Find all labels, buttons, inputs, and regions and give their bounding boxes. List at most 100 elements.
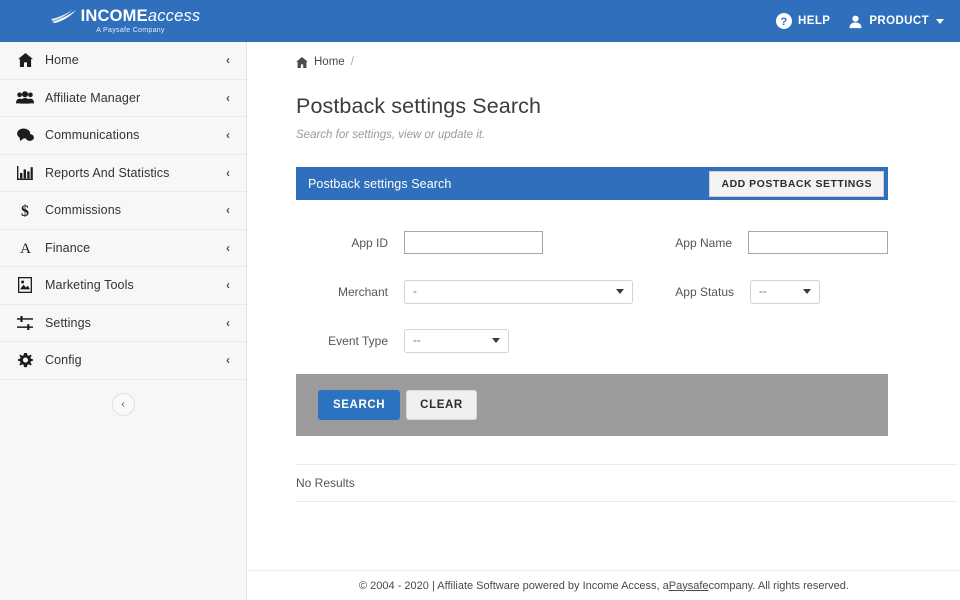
no-results-message: No Results [296, 476, 958, 490]
sidebar-item-label: Marketing Tools [45, 278, 134, 292]
swoosh-icon [51, 9, 77, 24]
chevron-left-icon: ‹ [226, 129, 230, 141]
logo-mark-and-text: INCOMEaccess [51, 8, 201, 25]
breadcrumb: Home / [296, 56, 926, 68]
search-panel: Postback settings Search ADD POSTBACK SE… [296, 167, 888, 436]
field-group-event-type: Event Type -- [296, 329, 648, 353]
app-name-label: App Name [646, 236, 748, 250]
sidebar-item-label: Affiliate Manager [45, 91, 140, 105]
footer-text-before: © 2004 - 2020 | Affiliate Software power… [359, 580, 669, 592]
chevron-left-icon: ‹ [226, 204, 230, 216]
sidebar-collapse-row: ‹ [0, 380, 246, 430]
app-name-input[interactable] [748, 231, 888, 254]
app-status-select[interactable]: -- [750, 280, 820, 304]
sidebar-item-label: Settings [45, 316, 91, 330]
sidebar-item-affiliate-manager[interactable]: Affiliate Manager ‹ [0, 80, 246, 118]
product-label: PRODUCT [869, 15, 929, 27]
footer-text-after: company. All rights reserved. [709, 580, 849, 592]
sidebar-item-label: Finance [45, 241, 90, 255]
paysafe-link[interactable]: Paysafe [669, 580, 709, 592]
chevron-left-icon: ‹ [226, 92, 230, 104]
dollar-icon: $ [14, 202, 36, 218]
sidebar-item-settings[interactable]: Settings ‹ [0, 305, 246, 343]
chat-icon [14, 128, 36, 142]
page-title: Postback settings Search [296, 94, 926, 119]
logo-text-income: INCOME [81, 7, 148, 25]
search-button[interactable]: SEARCH [318, 390, 400, 420]
chevron-down-icon [492, 338, 500, 343]
help-button[interactable]: ? HELP [776, 13, 830, 29]
sidebar-item-finance[interactable]: A Finance ‹ [0, 230, 246, 268]
results-section: No Results [296, 464, 958, 502]
app-id-input[interactable] [404, 231, 543, 254]
sidebar-item-config[interactable]: Config ‹ [0, 342, 246, 380]
results-divider [296, 501, 958, 502]
logo-text: INCOMEaccess [81, 8, 201, 25]
home-icon [296, 57, 308, 68]
form-row-event-type: Event Type -- [296, 316, 888, 365]
sidebar-item-marketing-tools[interactable]: Marketing Tools ‹ [0, 267, 246, 305]
gear-icon [14, 353, 36, 368]
sidebar-item-home[interactable]: Home ‹ [0, 42, 246, 80]
app-status-label: App Status [648, 285, 750, 299]
form-row-merchant: Merchant - App Status -- [296, 267, 888, 316]
field-group-app-id: App ID [296, 231, 646, 254]
main-content: Home / Postback settings Search Search f… [248, 42, 960, 570]
form-action-bar: SEARCH CLEAR [296, 374, 888, 436]
user-icon [848, 14, 863, 29]
sidebar-item-label: Reports And Statistics [45, 166, 169, 180]
logo-text-access: access [148, 7, 201, 25]
chevron-down-icon [936, 19, 944, 24]
sliders-icon [14, 316, 36, 330]
sidebar-item-label: Commissions [45, 203, 121, 217]
brand-logo[interactable]: INCOMEaccess A Paysafe Company [0, 0, 247, 42]
chevron-left-icon: ‹ [226, 354, 230, 366]
sidebar-item-label: Communications [45, 128, 140, 142]
merchant-select[interactable]: - [404, 280, 633, 304]
svg-text:?: ? [780, 16, 787, 28]
bar-chart-icon [14, 166, 36, 180]
event-type-select-value: -- [413, 335, 421, 347]
add-postback-settings-button[interactable]: ADD POSTBACK SETTINGS [709, 171, 884, 197]
product-menu[interactable]: PRODUCT [848, 14, 944, 29]
breadcrumb-home-link[interactable]: Home [314, 56, 345, 68]
svg-text:$: $ [21, 203, 29, 218]
breadcrumb-separator: / [351, 56, 354, 68]
event-type-select[interactable]: -- [404, 329, 509, 353]
users-icon [14, 91, 36, 104]
search-form: App ID App Name Merchant - [296, 200, 888, 365]
home-icon [14, 53, 36, 67]
form-row-app: App ID App Name [296, 218, 888, 267]
app-id-label: App ID [296, 236, 404, 250]
field-group-app-status: App Status -- [648, 280, 820, 304]
chevron-left-icon: ‹ [226, 54, 230, 66]
logo-subtitle: A Paysafe Company [96, 27, 165, 34]
page-footer: © 2004 - 2020 | Affiliate Software power… [248, 570, 960, 600]
sidebar-item-commissions[interactable]: $ Commissions ‹ [0, 192, 246, 230]
panel-header: Postback settings Search ADD POSTBACK SE… [296, 167, 888, 200]
sidebar-collapse-button[interactable]: ‹ [112, 393, 135, 416]
sidebar: Home ‹ Affiliate Manager ‹ [0, 42, 247, 600]
top-header-bar: INCOMEaccess A Paysafe Company ? HELP PR… [0, 0, 960, 42]
panel-title: Postback settings Search [308, 177, 451, 191]
sidebar-item-label: Config [45, 353, 82, 367]
field-group-app-name: App Name [646, 231, 888, 254]
chevron-left-icon: ‹ [226, 242, 230, 254]
chevron-left-icon: ‹ [226, 279, 230, 291]
app-status-select-value: -- [759, 286, 767, 298]
page-subtitle: Search for settings, view or update it. [296, 129, 926, 141]
chevron-down-icon [803, 289, 811, 294]
sidebar-item-reports-and-statistics[interactable]: Reports And Statistics ‹ [0, 155, 246, 193]
chevron-down-icon [616, 289, 624, 294]
event-type-label: Event Type [296, 334, 404, 348]
help-label: HELP [798, 15, 830, 27]
clear-button[interactable]: CLEAR [406, 390, 477, 420]
app-root: INCOMEaccess A Paysafe Company ? HELP PR… [0, 0, 960, 600]
svg-text:A: A [20, 241, 31, 255]
chevron-left-icon: ‹ [226, 167, 230, 179]
top-header-actions: ? HELP PRODUCT [776, 13, 960, 29]
letter-a-icon: A [14, 240, 36, 255]
question-circle-icon: ? [776, 13, 792, 29]
sidebar-item-label: Home [45, 53, 79, 67]
sidebar-item-communications[interactable]: Communications ‹ [0, 117, 246, 155]
